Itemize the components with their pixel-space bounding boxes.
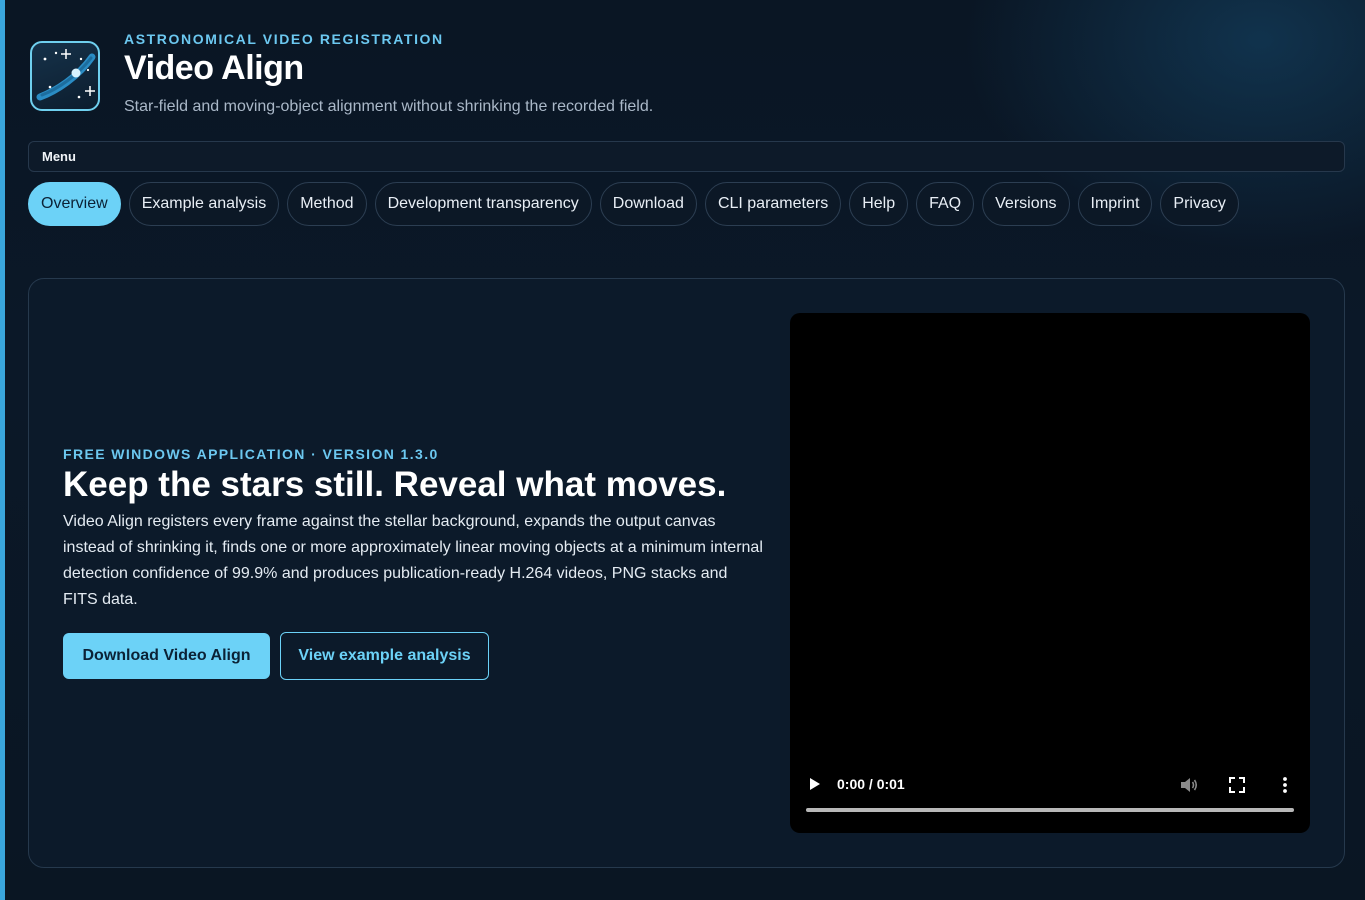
tab-method[interactable]: Method bbox=[287, 182, 367, 226]
tab-development-transparency[interactable]: Development transparency bbox=[374, 182, 592, 226]
tab-example-analysis[interactable]: Example analysis bbox=[128, 182, 280, 226]
main-nav: Overview Example analysis Method Develop… bbox=[28, 182, 1239, 226]
menu-toggle[interactable]: Menu bbox=[28, 141, 1345, 172]
tab-help[interactable]: Help bbox=[849, 182, 909, 226]
play-icon[interactable] bbox=[804, 774, 824, 794]
tab-cli-parameters[interactable]: CLI parameters bbox=[704, 182, 842, 226]
video-progress-bar[interactable] bbox=[806, 808, 1294, 812]
tab-privacy[interactable]: Privacy bbox=[1160, 182, 1239, 226]
page-edge-accent bbox=[0, 0, 5, 900]
hero-panel: FREE WINDOWS APPLICATION · VERSION 1.3.0… bbox=[28, 278, 1345, 868]
tab-overview[interactable]: Overview bbox=[28, 182, 121, 226]
video-player[interactable]: 0:00 / 0:01 bbox=[790, 313, 1310, 833]
volume-icon[interactable] bbox=[1178, 774, 1200, 796]
star-field-logo-icon bbox=[30, 41, 100, 111]
hero-eyebrow: FREE WINDOWS APPLICATION · VERSION 1.3.0 bbox=[63, 446, 439, 462]
tab-versions[interactable]: Versions bbox=[982, 182, 1070, 226]
app-subtitle: Star-field and moving-object alignment w… bbox=[124, 98, 654, 115]
fullscreen-icon[interactable] bbox=[1227, 775, 1247, 795]
view-example-button[interactable]: View example analysis bbox=[280, 632, 489, 680]
more-options-icon[interactable] bbox=[1276, 775, 1294, 795]
tab-download[interactable]: Download bbox=[599, 182, 697, 226]
tab-faq[interactable]: FAQ bbox=[916, 182, 975, 226]
site-header: ASTRONOMICAL VIDEO REGISTRATION Video Al… bbox=[30, 28, 790, 123]
app-eyebrow: ASTRONOMICAL VIDEO REGISTRATION bbox=[124, 31, 444, 47]
video-time: 0:00 / 0:01 bbox=[837, 776, 905, 792]
tab-imprint[interactable]: Imprint bbox=[1077, 182, 1153, 226]
hero-description: Video Align registers every frame agains… bbox=[63, 513, 763, 608]
hero-title: Keep the stars still. Reveal what moves. bbox=[63, 465, 727, 504]
app-title: Video Align bbox=[124, 49, 304, 87]
download-button[interactable]: Download Video Align bbox=[63, 633, 270, 679]
menu-label: Menu bbox=[42, 149, 76, 164]
